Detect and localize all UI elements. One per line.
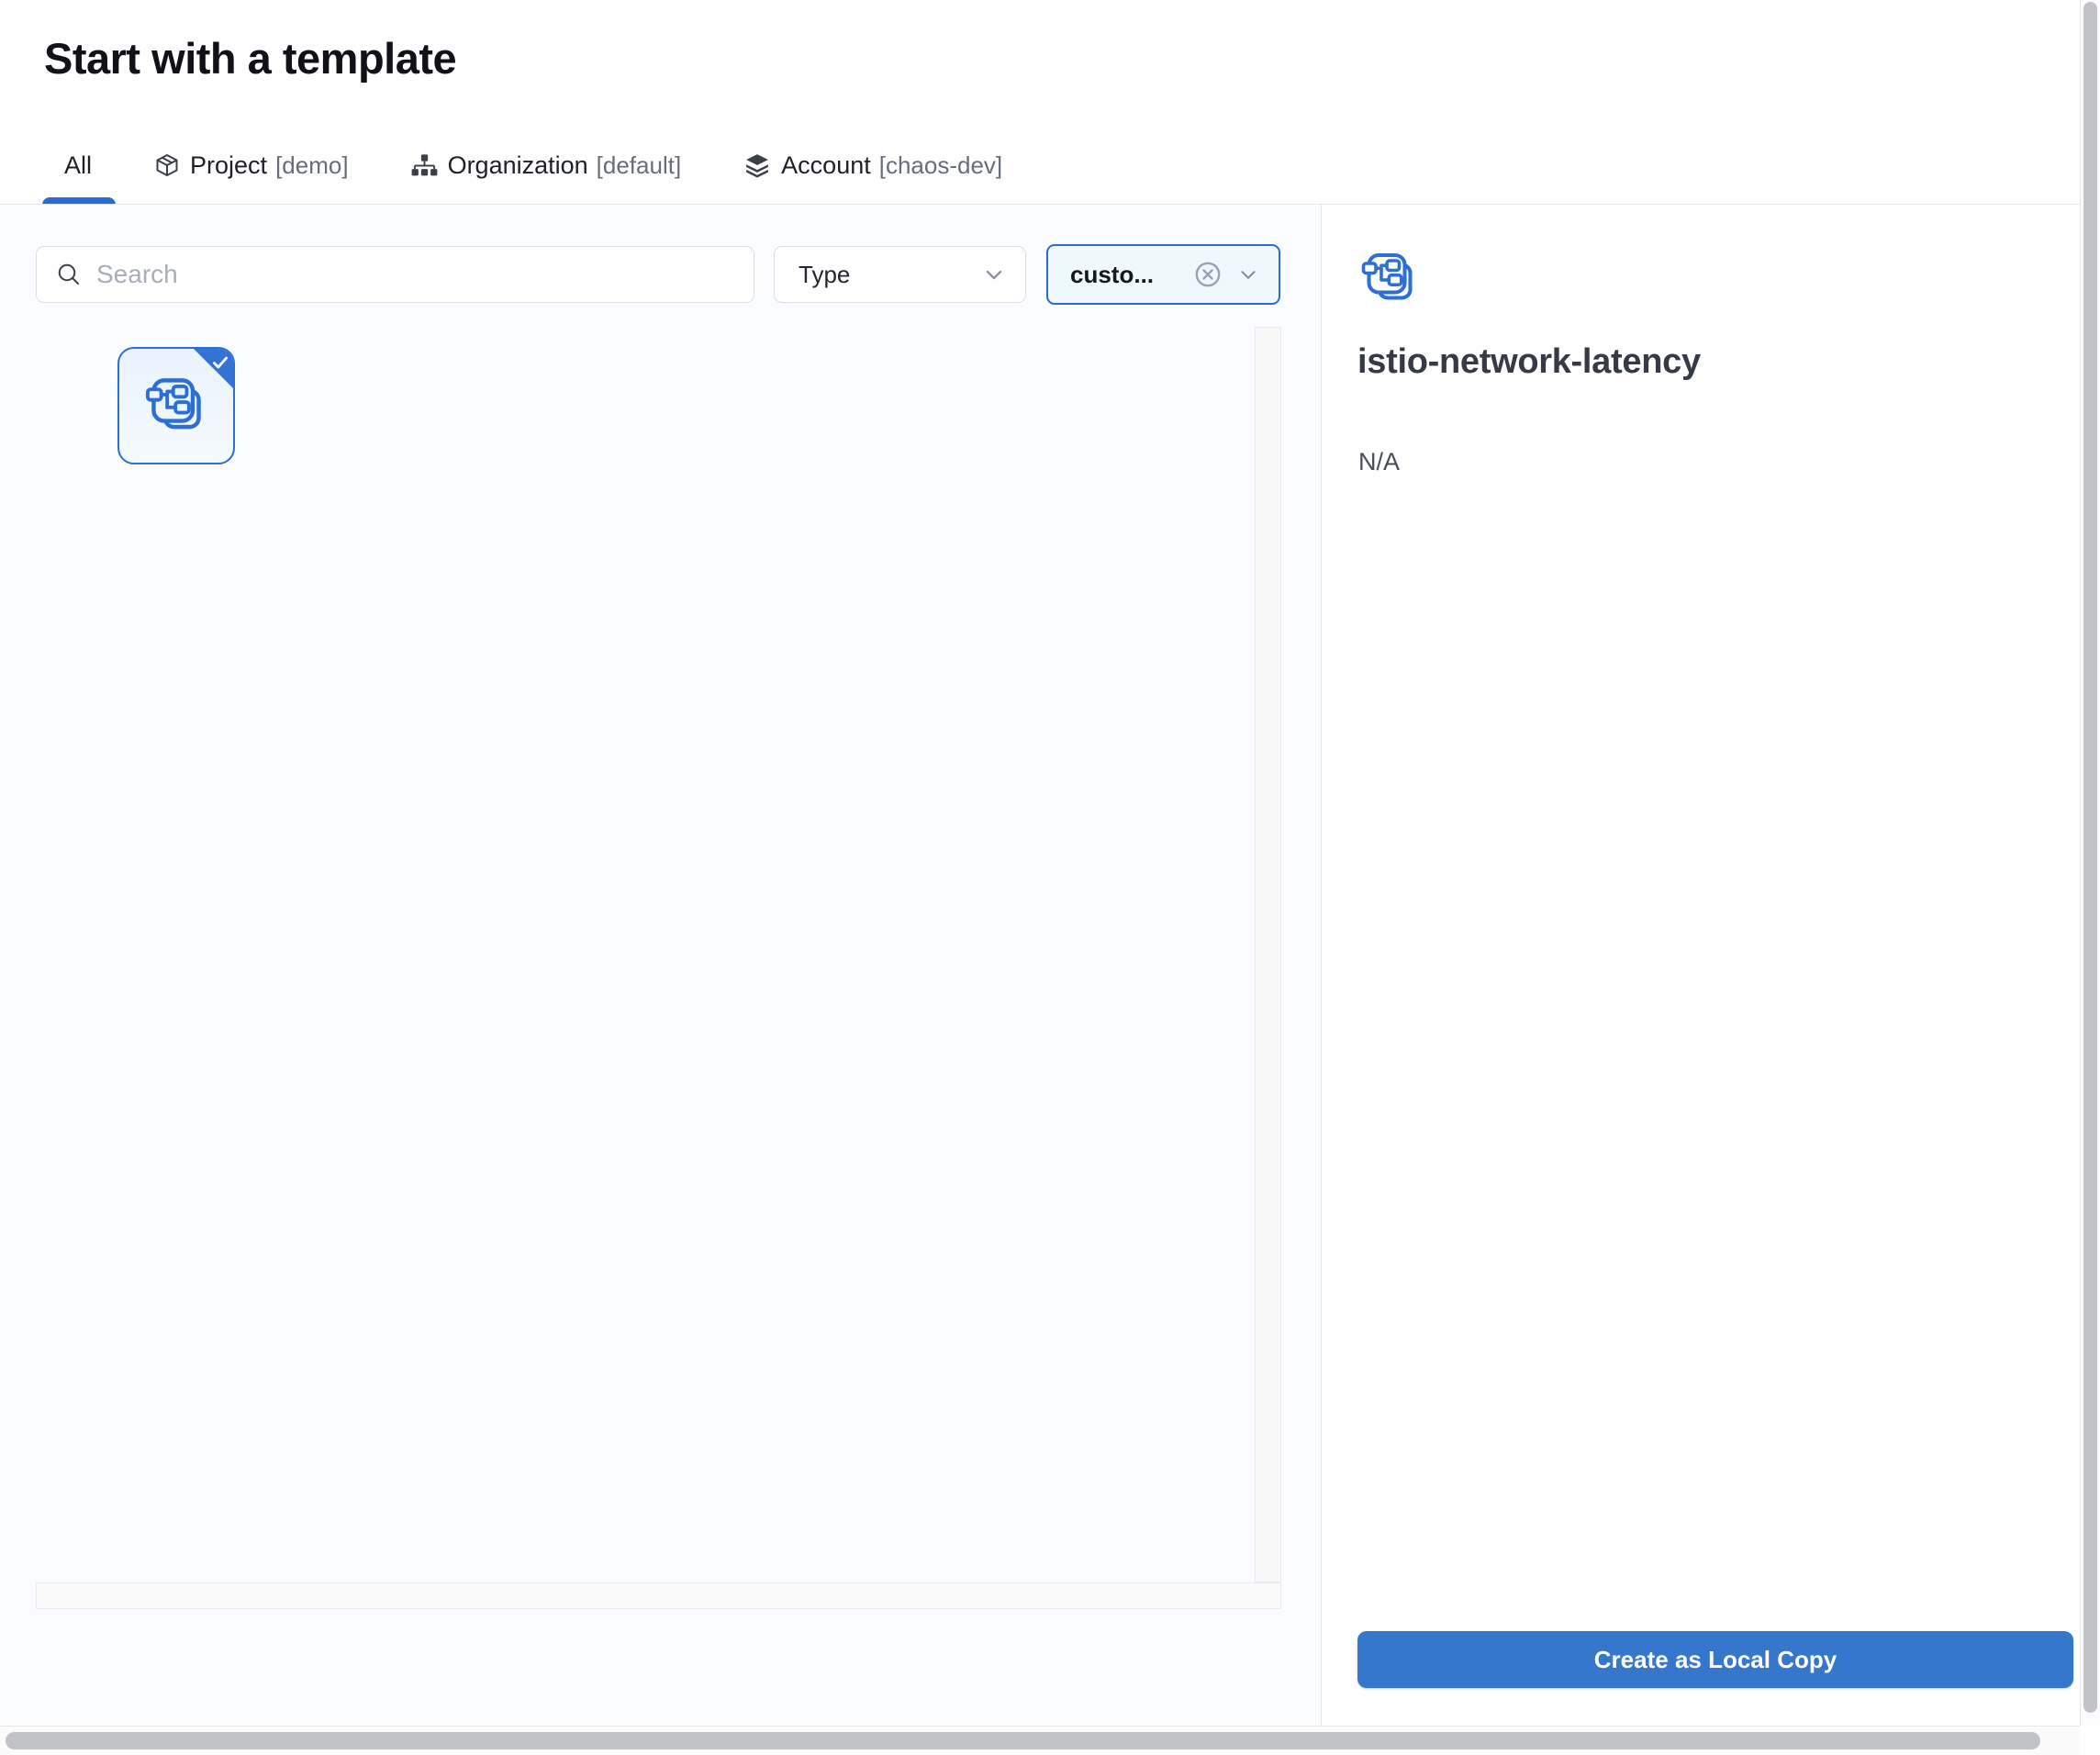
scope-filter-value: custo...: [1070, 261, 1192, 289]
type-filter-label: Type: [799, 261, 981, 289]
tab-all[interactable]: All: [64, 151, 92, 180]
horizontal-scrollbar-thumb[interactable]: [6, 1732, 2040, 1749]
window-horizontal-scrollbar[interactable]: [0, 1726, 2080, 1755]
sitemap-icon: [411, 152, 438, 179]
template-stack-icon: [143, 372, 209, 438]
template-card[interactable]: istio-network-latency: [117, 347, 235, 464]
scope-tabs: All Project [demo]: [64, 140, 1002, 191]
template-details-title: istio-network-latency: [1357, 342, 1701, 382]
chevron-down-icon: [981, 262, 1007, 287]
tab-project[interactable]: Project [demo]: [154, 151, 349, 180]
scrollbar-corner: [2080, 1726, 2100, 1755]
tab-account-label: Account: [781, 151, 871, 180]
create-as-local-copy-button[interactable]: Create as Local Copy: [1357, 1631, 2073, 1688]
clear-filter-icon[interactable]: [1192, 259, 1223, 290]
page-title: Start with a template: [44, 33, 456, 84]
template-details-description: N/A: [1358, 448, 1400, 476]
tab-account[interactable]: Account [chaos-dev]: [743, 151, 1002, 180]
grid-horizontal-scrollbar[interactable]: [36, 1582, 1281, 1609]
search-icon: [54, 260, 84, 289]
chevron-down-icon: [1236, 263, 1260, 286]
tab-organization-label: Organization: [448, 151, 588, 180]
scope-filter-dropdown[interactable]: custo...: [1046, 244, 1280, 305]
template-stack-icon: [1359, 247, 1420, 307]
tab-account-scope: [chaos-dev]: [879, 151, 1002, 180]
layers-icon: [743, 151, 771, 179]
search-input[interactable]: [96, 260, 702, 289]
start-with-template-dialog: Start with a template All Project [demo]: [0, 0, 2100, 1755]
grid-vertical-scrollbar[interactable]: [1255, 327, 1281, 1582]
window-vertical-scrollbar[interactable]: [2080, 0, 2100, 1726]
tab-all-label: All: [64, 151, 92, 180]
template-details-panel: istio-network-latency N/A Create as Loca…: [1321, 205, 2080, 1726]
cube-icon: [154, 152, 180, 178]
type-filter-dropdown[interactable]: Type: [774, 246, 1026, 303]
vertical-scrollbar-thumb[interactable]: [2083, 2, 2097, 1713]
tab-project-label: Project: [190, 151, 267, 180]
template-grid: istio-network-latency: [36, 327, 1281, 1609]
tab-organization[interactable]: Organization [default]: [411, 151, 682, 180]
tab-organization-scope: [default]: [597, 151, 682, 180]
search-input-wrapper: [36, 246, 754, 303]
tab-project-scope: [demo]: [275, 151, 349, 180]
